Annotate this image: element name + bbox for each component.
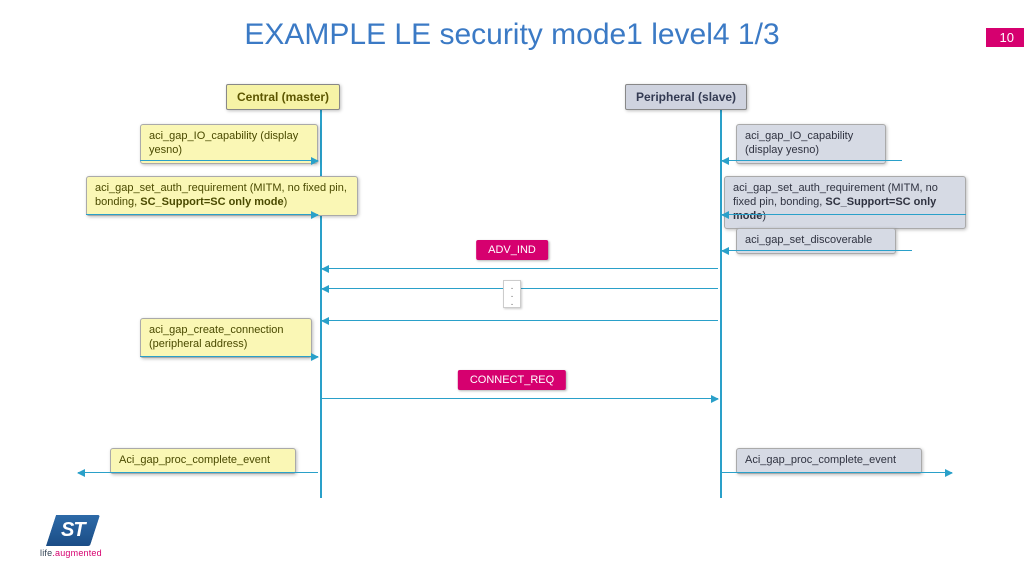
msg-connect-req: CONNECT_REQ bbox=[458, 370, 566, 390]
st-badge-icon: ST bbox=[43, 515, 100, 546]
auth-text-post: ) bbox=[284, 196, 288, 208]
st-logo: ST life.augmented bbox=[40, 515, 102, 558]
header-peripheral: Peripheral (slave) bbox=[625, 84, 747, 110]
msg-adv-ind: ADV_IND bbox=[476, 240, 548, 260]
arrow-central-create-conn bbox=[140, 356, 318, 357]
slide-title: EXAMPLE LE security mode1 level4 1/3 bbox=[0, 18, 1024, 52]
auth-text-bold: SC_Support=SC only mode bbox=[140, 196, 283, 208]
arrow-peripheral-discoverable bbox=[722, 250, 912, 251]
sequence-diagram: Central (master) Peripheral (slave) aci_… bbox=[0, 80, 1024, 500]
page-number-badge: 10 bbox=[986, 28, 1024, 47]
auth-text-post: ) bbox=[762, 210, 766, 222]
arrow-adv-3 bbox=[322, 320, 718, 321]
central-proc-complete: Aci_gap_proc_complete_event bbox=[110, 448, 296, 474]
arrow-central-auth bbox=[86, 214, 318, 215]
arrow-adv-1 bbox=[322, 268, 718, 269]
arrow-central-io bbox=[140, 160, 318, 161]
ellipsis-box: ··· bbox=[503, 280, 521, 308]
arrow-peripheral-io bbox=[722, 160, 902, 161]
arrow-peripheral-proc-complete bbox=[722, 472, 952, 473]
peripheral-set-auth-requirement: aci_gap_set_auth_requirement (MITM, no f… bbox=[724, 176, 966, 229]
central-set-auth-requirement: aci_gap_set_auth_requirement (MITM, no f… bbox=[86, 176, 358, 216]
peripheral-proc-complete: Aci_gap_proc_complete_event bbox=[736, 448, 922, 474]
arrow-central-proc-complete bbox=[78, 472, 318, 473]
central-io-capability: aci_gap_IO_capability (display yesno) bbox=[140, 124, 318, 164]
arrow-connect-req bbox=[322, 398, 718, 399]
lifeline-central bbox=[320, 108, 322, 498]
header-central: Central (master) bbox=[226, 84, 340, 110]
logo-tagline: life.augmented bbox=[40, 548, 102, 558]
arrow-peripheral-auth bbox=[722, 214, 966, 215]
central-create-connection: aci_gap_create_connection (peripheral ad… bbox=[140, 318, 312, 358]
peripheral-io-capability: aci_gap_IO_capability (display yesno) bbox=[736, 124, 886, 164]
lifeline-peripheral bbox=[720, 108, 722, 498]
